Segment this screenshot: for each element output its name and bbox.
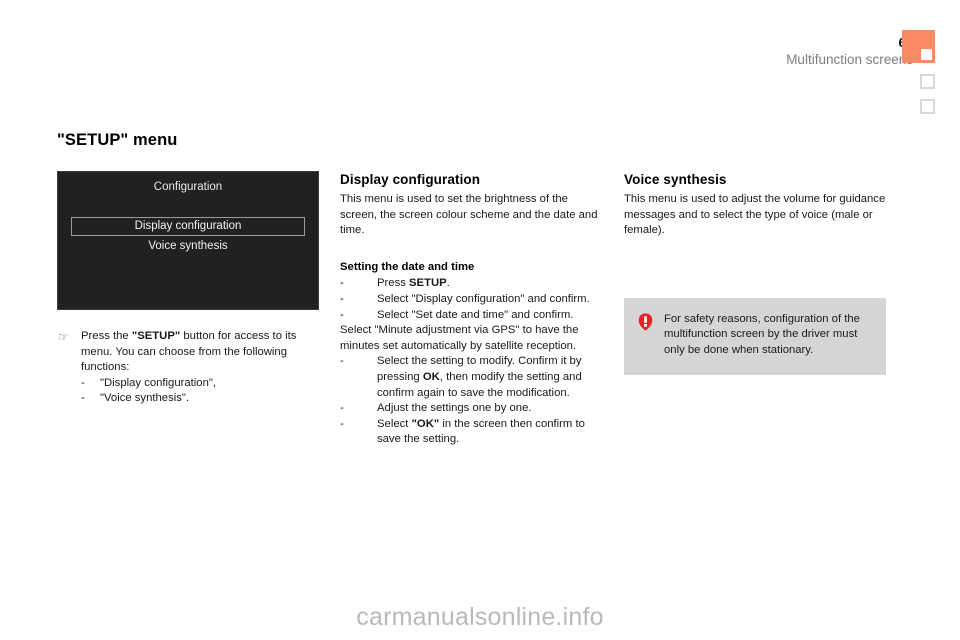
chapter-tab-markers [902, 30, 938, 124]
right-column: Voice synthesis This menu is used to adj… [624, 171, 886, 375]
step-text-pre: Press [377, 277, 410, 290]
setup-instruction-text: Press the "SETUP" button for access to i… [81, 329, 319, 376]
page-header: 69 Multifunction screens [0, 0, 960, 118]
screen-menu-item-voice-synthesis: Voice synthesis [148, 240, 228, 252]
setup-instruction-block: ☞ Press the "SETUP" button for access to… [57, 329, 319, 407]
device-screen-menu: Display configuration Voice synthesis [71, 217, 305, 255]
warning-exclamation-icon [638, 313, 653, 331]
list-item: - Select "OK" in the screen then confirm … [340, 417, 605, 448]
step-text-pre: Adjust the settings one by one. [377, 402, 532, 415]
display-configuration-intro: This menu is used to set the brightness … [340, 193, 598, 237]
site-watermark: carmanualsonline.info [356, 603, 604, 631]
step-text-post: . [446, 277, 450, 290]
display-configuration-heading: Display configuration [340, 172, 481, 187]
function-label-display-configuration: "Display configuration", [100, 376, 217, 389]
tab-marker-inner-square [921, 49, 932, 60]
dash-marker: - [340, 402, 344, 415]
tab-marker-3 [920, 99, 935, 114]
date-time-steps-group-2: - Select the setting to modify. Confirm i… [340, 354, 605, 448]
list-item: - Adjust the settings one by one. [340, 401, 605, 417]
dash-marker: - [340, 292, 344, 305]
section-title: Multifunction screens [786, 52, 913, 67]
header-text-block: 69 Multifunction screens [786, 36, 913, 67]
safety-warning-callout: For safety reasons, configuration of the… [624, 297, 886, 375]
date-time-steps-group-1: - Press SETUP. - Select "Display configura… [340, 276, 605, 323]
dash-marker: - [340, 308, 344, 321]
device-screen-title: Configuration [153, 181, 223, 193]
dash-marker: - [340, 355, 344, 368]
instruction-text-bold: "SETUP" [131, 330, 181, 342]
dash-marker: - [340, 277, 344, 290]
page-number: 69 [786, 36, 913, 49]
step-text-bold: "OK" [411, 417, 440, 430]
step-text-bold: SETUP [409, 277, 447, 290]
dash-marker: - [81, 376, 85, 389]
tab-marker-2 [920, 74, 935, 89]
gps-minute-adjustment-note: Select "Minute adjustment via GPS" to ha… [340, 324, 579, 352]
voice-synthesis-intro: This menu is used to adjust the volume f… [624, 193, 886, 237]
step-text-pre: Select [377, 417, 412, 430]
dash-marker: - [81, 392, 85, 405]
list-item: - Press SETUP. [340, 276, 605, 292]
list-item: - Select "Set date and time" and confirm. [340, 308, 605, 324]
screen-menu-item-display-configuration: Display configuration [71, 217, 305, 236]
step-text-pre: Select "Display configuration" and confi… [377, 292, 590, 305]
list-item: - Select "Display configuration" and conf… [340, 292, 605, 308]
dash-marker: - [340, 417, 344, 430]
instruction-text-part-1: Press the [81, 330, 132, 342]
middle-column: Display configuration This menu is used … [340, 171, 605, 448]
page-title: "SETUP" menu [57, 131, 178, 149]
left-column: Configuration Display configuration Voic… [57, 171, 319, 407]
pointing-hand-icon: ☞ [58, 330, 69, 344]
setting-date-time-subheading: Setting the date and time [340, 260, 475, 273]
setup-function-list: - "Display configuration", - "Voice synthe… [81, 376, 319, 407]
safety-warning-text: For safety reasons, configuration of the… [664, 312, 860, 356]
list-item: - "Display configuration", [81, 376, 319, 392]
function-label-voice-synthesis: "Voice synthesis". [100, 392, 190, 405]
list-item: - "Voice synthesis". [81, 391, 319, 407]
list-item: - Select the setting to modify. Confirm i… [340, 354, 605, 401]
device-screen-mockup: Configuration Display configuration Voic… [57, 171, 319, 310]
active-tab-marker [902, 30, 935, 63]
step-text-pre: Select "Set date and time" and confirm. [377, 308, 574, 321]
voice-synthesis-heading: Voice synthesis [624, 172, 727, 187]
step-text-bold: OK [422, 370, 440, 383]
